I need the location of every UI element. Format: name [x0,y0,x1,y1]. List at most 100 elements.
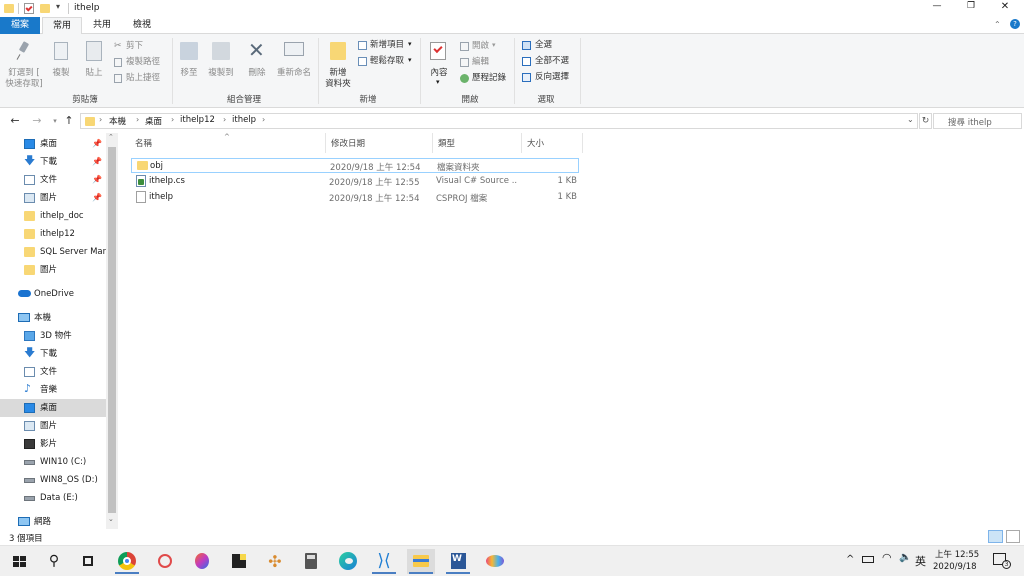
pin-icon[interactable]: 📌 [92,135,102,153]
forward-arrow-icon[interactable]: → [30,113,44,129]
up-arrow-icon[interactable]: ↑ [62,113,76,129]
file-row-ithelp-csproj[interactable]: ithelp 2020/9/18 上午 12:54 CSPROJ 檔案 1 KB [131,190,579,205]
tab-file[interactable]: 檔案 [0,17,40,34]
recent-locations-icon[interactable]: ▾ [48,113,62,129]
breadcrumb-separator-icon[interactable]: › [171,115,174,124]
nav-item-sql-server[interactable]: SQL Server Mar [0,243,106,261]
wifi-icon[interactable]: ◠ [882,551,892,564]
paint-3d-icon[interactable] [188,549,216,574]
nav-item-drive-c[interactable]: WIN10 (C:) [0,453,106,471]
volume-icon[interactable]: 🔈 [899,552,911,563]
nav-item-drive-e[interactable]: Data (E:) [0,489,106,507]
copy-path-button[interactable]: 複製路徑 [126,57,160,68]
new-folder-button[interactable]: 新增 資料夾 [322,68,354,90]
breadcrumb-separator-icon[interactable]: › [99,115,102,124]
pin-icon[interactable]: 📌 [92,189,102,207]
help-icon[interactable]: ? [1010,19,1020,29]
nav-item-onedrive[interactable]: OneDrive [0,285,106,303]
calculator-icon[interactable] [297,549,325,574]
rename-button[interactable]: 重新命名 [274,68,314,79]
address-box[interactable]: › 本機 › 桌面 › ithelp12 › ithelp › ⌄ [80,113,918,129]
search-icon[interactable]: ⚲ [40,549,68,574]
vscode-icon[interactable]: ⟩⟨ [370,549,398,574]
nav-item-downloads[interactable]: 🡇 下載 [0,345,106,363]
ime-indicator[interactable]: 英 [915,553,926,569]
battery-icon[interactable] [862,556,874,563]
paste-button[interactable]: 貼上 [80,68,108,79]
copy-button[interactable]: 複製 [48,68,74,79]
back-arrow-icon[interactable]: ← [8,113,22,129]
show-hidden-icons[interactable]: ^ [846,554,854,565]
easy-access-button[interactable]: 輕鬆存取 [370,56,404,67]
nav-item-music[interactable]: ♪ 音樂 [0,381,106,399]
details-view-icon[interactable] [988,530,1003,543]
search-input[interactable]: 搜尋 ithelp [933,113,1022,129]
cut-button[interactable]: 剪下 [126,41,143,52]
delete-button[interactable]: 刪除 [244,68,270,79]
nav-item-quick-desktop[interactable]: 桌面 📌 [0,135,106,153]
collapse-ribbon-icon[interactable]: ⌃ [994,20,1001,29]
visual-studio-installer-icon[interactable]: ✣ [261,549,289,574]
column-header-modified[interactable]: 修改日期 [331,137,365,149]
breadcrumb-this-pc[interactable]: 本機 [109,115,126,127]
edge-icon[interactable] [334,549,362,574]
scroll-up-icon[interactable]: ⌃ [108,133,114,141]
notification-count[interactable]: 3 [1002,560,1011,569]
breadcrumb-separator-icon[interactable]: › [262,115,265,124]
nav-item-documents[interactable]: 文件 [0,363,106,381]
clock-date[interactable]: 2020/9/18 [933,562,977,572]
minimize-button[interactable]: — [928,1,946,11]
close-button[interactable]: ✕ [996,1,1014,12]
nav-item-pictures[interactable]: 圖片 [0,417,106,435]
new-item-dropdown-icon[interactable]: ▾ [408,40,412,48]
open-button[interactable]: 開啟 [472,41,489,52]
tab-home[interactable]: 常用 [42,17,82,35]
nav-item-quick-downloads[interactable]: 🡇 下載 📌 [0,153,106,171]
copy-to-button[interactable]: 複製到 [205,68,237,79]
nav-item-videos[interactable]: 影片 [0,435,106,453]
visual-studio-icon[interactable] [481,549,509,574]
scroll-thumb[interactable] [108,147,116,513]
properties-dropdown-icon[interactable]: ▾ [436,78,440,86]
tab-view[interactable]: 檢視 [122,17,162,34]
open-dropdown-icon[interactable]: ▾ [492,41,496,49]
chrome-icon[interactable] [113,549,141,574]
breadcrumb-separator-icon[interactable]: › [223,115,226,124]
pin-quick-access-button[interactable]: 釘選到 [ 快速存取] [4,68,44,90]
file-explorer-icon[interactable] [407,549,435,574]
task-view-icon[interactable] [74,549,102,574]
large-icons-view-icon[interactable] [1006,530,1020,543]
new-item-button[interactable]: 新增項目 [370,40,404,51]
customize-quick-access-icon[interactable]: ▾ [56,2,60,11]
history-button[interactable]: 歷程記錄 [472,73,506,84]
nav-item-quick-pictures[interactable]: 圖片 📌 [0,189,106,207]
breadcrumb-ithelp[interactable]: ithelp [232,115,256,125]
nav-item-3d-objects[interactable]: 3D 物件 [0,327,106,345]
edit-button[interactable]: 編輯 [472,57,489,68]
easy-access-dropdown-icon[interactable]: ▾ [408,56,412,64]
nav-item-ithelp-doc[interactable]: ithelp_doc [0,207,106,225]
address-dropdown-icon[interactable]: ⌄ [907,115,914,124]
breadcrumb-separator-icon[interactable]: › [136,115,139,124]
new-folder-quick-icon[interactable] [40,4,50,13]
start-windows-icon[interactable] [6,549,34,574]
refresh-icon[interactable]: ↻ [919,113,932,129]
file-row-ithelp-cs[interactable]: ithelp.cs 2020/9/18 上午 12:55 Visual C# S… [131,174,579,189]
column-header-type[interactable]: 類型 [438,137,455,149]
breadcrumb-desktop[interactable]: 桌面 [145,115,162,127]
maximize-button[interactable]: ❐ [962,1,980,11]
sticky-notes-icon[interactable] [225,549,253,574]
nav-item-this-pc[interactable]: 本機 [0,309,106,327]
nav-item-desktop[interactable]: 桌面 [0,399,106,417]
move-to-button[interactable]: 移至 [176,68,202,79]
clock-time[interactable]: 上午 12:55 [935,548,979,560]
pin-icon[interactable]: 📌 [92,171,102,189]
scroll-down-icon[interactable]: ⌄ [108,515,114,523]
nav-item-drive-d[interactable]: WIN8_OS (D:) [0,471,106,489]
nav-item-quick-pictures-folder[interactable]: 圖片 [0,261,106,279]
snipping-tool-icon[interactable] [151,549,179,574]
breadcrumb-ithelp12[interactable]: ithelp12 [180,115,215,125]
nav-item-ithelp12[interactable]: ithelp12 [0,225,106,243]
file-row-obj[interactable]: obj 2020/9/18 上午 12:54 檔案資料夾 [131,158,579,173]
tab-share[interactable]: 共用 [82,17,122,34]
